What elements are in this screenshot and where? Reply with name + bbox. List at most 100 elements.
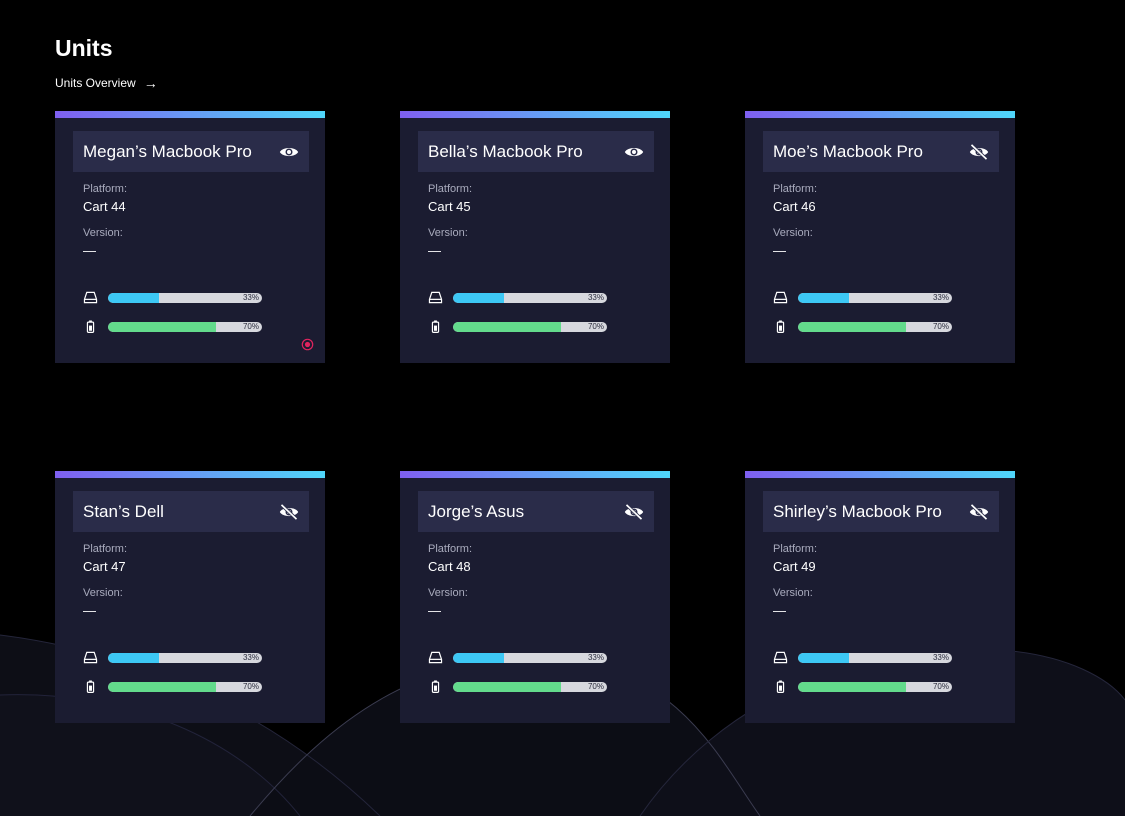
version-label: Version: xyxy=(83,587,123,599)
eye-off-icon[interactable] xyxy=(969,502,989,522)
unit-card[interactable]: Bella’s Macbook Pro Platform: Cart 45 Versi… xyxy=(400,111,670,363)
storage-bar: 33% xyxy=(798,652,952,663)
unit-card[interactable]: Moe’s Macbook Pro Platform: Cart 46 Version… xyxy=(745,111,1015,363)
card-accent-bar xyxy=(745,111,1015,118)
version-label: Version: xyxy=(773,227,813,239)
record-icon[interactable] xyxy=(301,338,314,351)
battery-bar: 70% xyxy=(453,681,607,692)
card-header: Shirley’s Macbook Pro xyxy=(763,491,999,532)
storage-percent: 33% xyxy=(932,292,949,302)
battery-bar-fill xyxy=(798,321,906,332)
storage-meter: 33% xyxy=(773,291,952,304)
storage-bar-fill xyxy=(108,292,159,303)
unit-name: Bella’s Macbook Pro xyxy=(428,141,583,161)
hard-drive-icon xyxy=(773,291,788,304)
unit-card[interactable]: Jorge’s Asus Platform: Cart 48 Version: — 33%… xyxy=(400,471,670,723)
eye-off-icon[interactable] xyxy=(279,502,299,522)
storage-meter: 33% xyxy=(83,291,262,304)
unit-card[interactable]: Shirley’s Macbook Pro Platform: Cart 49 Ver… xyxy=(745,471,1015,723)
version-value: — xyxy=(428,243,441,258)
battery-icon xyxy=(428,680,443,693)
unit-name: Shirley’s Macbook Pro xyxy=(773,501,942,521)
storage-bar-fill xyxy=(798,652,849,663)
platform-label: Platform: xyxy=(83,543,128,555)
battery-bar-fill xyxy=(453,681,561,692)
battery-icon xyxy=(83,320,98,333)
version-value: — xyxy=(83,243,96,258)
platform-value: Cart 49 xyxy=(773,559,816,574)
battery-meter: 70% xyxy=(773,320,952,333)
platform-value: Cart 46 xyxy=(773,199,816,214)
hard-drive-icon xyxy=(83,291,98,304)
battery-icon xyxy=(83,680,98,693)
units-overview-label: Units Overview xyxy=(55,76,136,90)
eye-icon[interactable] xyxy=(624,142,644,162)
card-header: Bella’s Macbook Pro xyxy=(418,131,654,172)
storage-bar: 33% xyxy=(453,292,607,303)
card-header: Jorge’s Asus xyxy=(418,491,654,532)
eye-off-icon[interactable] xyxy=(969,142,989,162)
platform-label: Platform: xyxy=(83,183,128,195)
battery-bar-fill xyxy=(108,681,216,692)
battery-percent: 70% xyxy=(932,681,949,691)
battery-percent: 70% xyxy=(587,681,604,691)
storage-bar: 33% xyxy=(798,292,952,303)
battery-bar-fill xyxy=(108,321,216,332)
battery-percent: 70% xyxy=(587,321,604,331)
card-accent-bar xyxy=(55,111,325,118)
platform-label: Platform: xyxy=(773,543,818,555)
platform-label: Platform: xyxy=(428,543,473,555)
storage-bar: 33% xyxy=(108,652,262,663)
unit-name: Stan’s Dell xyxy=(83,501,164,521)
card-header: Stan’s Dell xyxy=(73,491,309,532)
version-label: Version: xyxy=(428,227,468,239)
version-value: — xyxy=(773,603,786,618)
platform-label: Platform: xyxy=(428,183,473,195)
storage-percent: 33% xyxy=(587,652,604,662)
card-accent-bar xyxy=(400,111,670,118)
storage-percent: 33% xyxy=(932,652,949,662)
storage-bar-fill xyxy=(108,652,159,663)
storage-meter: 33% xyxy=(428,651,607,664)
eye-icon[interactable] xyxy=(279,142,299,162)
battery-icon xyxy=(773,680,788,693)
battery-bar: 70% xyxy=(108,321,262,332)
eye-off-icon[interactable] xyxy=(624,502,644,522)
card-accent-bar xyxy=(55,471,325,478)
storage-meter: 33% xyxy=(428,291,607,304)
unit-name: Jorge’s Asus xyxy=(428,501,525,521)
battery-meter: 70% xyxy=(428,680,607,693)
battery-meter: 70% xyxy=(83,680,262,693)
version-label: Version: xyxy=(83,227,123,239)
platform-value: Cart 47 xyxy=(83,559,126,574)
unit-card[interactable]: Stan’s Dell Platform: Cart 47 Version: — 33% 7… xyxy=(55,471,325,723)
platform-value: Cart 45 xyxy=(428,199,471,214)
storage-percent: 33% xyxy=(242,652,259,662)
card-accent-bar xyxy=(745,471,1015,478)
battery-bar: 70% xyxy=(453,321,607,332)
battery-icon xyxy=(773,320,788,333)
unit-name: Megan’s Macbook Pro xyxy=(83,141,252,161)
battery-bar-fill xyxy=(798,681,906,692)
version-value: — xyxy=(428,603,441,618)
platform-value: Cart 44 xyxy=(83,199,126,214)
hard-drive-icon xyxy=(428,291,443,304)
storage-meter: 33% xyxy=(83,651,262,664)
version-value: — xyxy=(773,243,786,258)
hard-drive-icon xyxy=(428,651,443,664)
card-header: Moe’s Macbook Pro xyxy=(763,131,999,172)
platform-value: Cart 48 xyxy=(428,559,471,574)
storage-bar: 33% xyxy=(108,292,262,303)
version-label: Version: xyxy=(773,587,813,599)
battery-bar: 70% xyxy=(798,681,952,692)
battery-bar: 70% xyxy=(108,681,262,692)
battery-bar-fill xyxy=(453,321,561,332)
unit-card[interactable]: Megan’s Macbook Pro Platform: Cart 44 Versi… xyxy=(55,111,325,363)
card-accent-bar xyxy=(400,471,670,478)
storage-percent: 33% xyxy=(242,292,259,302)
battery-meter: 70% xyxy=(428,320,607,333)
card-header: Megan’s Macbook Pro xyxy=(73,131,309,172)
storage-bar: 33% xyxy=(453,652,607,663)
storage-bar-fill xyxy=(453,292,504,303)
units-overview-link[interactable]: Units Overview → xyxy=(55,76,158,90)
